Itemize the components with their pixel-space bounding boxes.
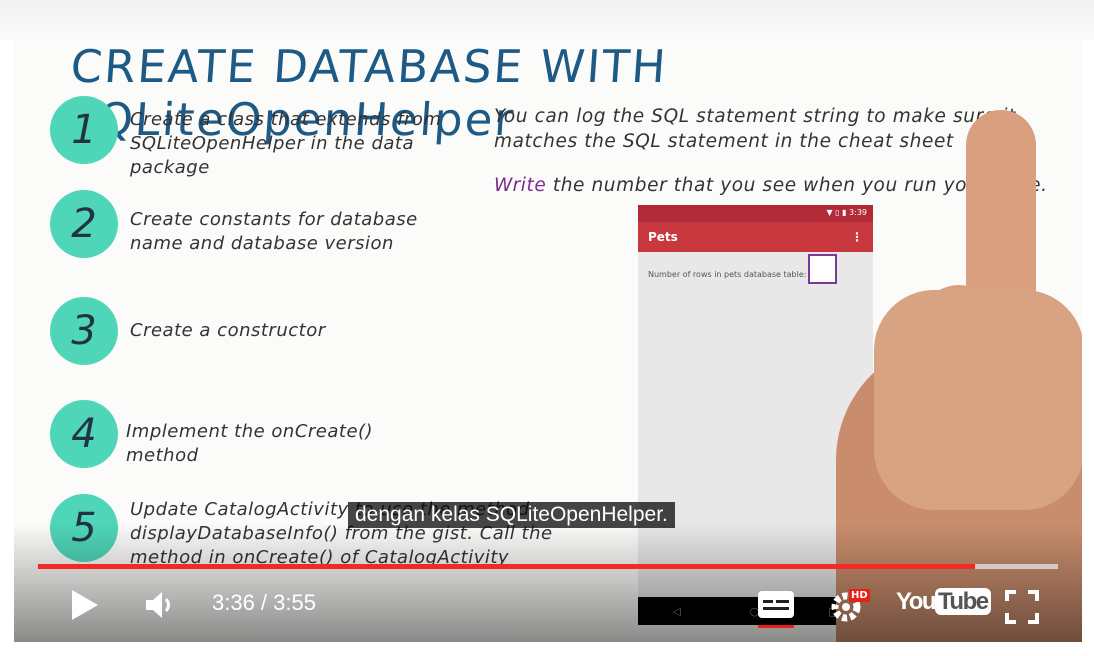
- hd-badge: HD: [849, 589, 870, 602]
- step-1-text: Create a class that extends from SQLiteO…: [130, 109, 442, 178]
- page-top-bar: [0, 0, 1094, 40]
- youtube-logo[interactable]: You Tube: [896, 588, 991, 616]
- step-2-badge: 2: [50, 190, 118, 258]
- time-display: 3:36 / 3:55: [212, 590, 316, 615]
- status-time: 3:39: [849, 208, 867, 217]
- subtitle-caption: dengan kelas SQLiteOpenHelper.: [348, 502, 675, 528]
- status-bar: ▼ ▯ ▮ 3:39: [638, 205, 873, 222]
- step-4-text: Implement the onCreate() method: [126, 421, 374, 466]
- play-icon[interactable]: [70, 588, 100, 622]
- rows-label: Number of rows in pets database table:: [648, 269, 807, 279]
- phone-content: Number of rows in pets database table:: [638, 252, 873, 296]
- step-2-text: Create constants for database name and d…: [130, 209, 418, 254]
- app-bar: Pets ⋮: [638, 222, 873, 252]
- volume-icon[interactable]: [144, 590, 176, 620]
- progress-bar[interactable]: [38, 564, 1058, 569]
- app-title: Pets: [648, 230, 678, 244]
- step-3-badge: 3: [50, 297, 118, 365]
- video-player[interactable]: CREATE DATABASE WITH SQLiteOpenHelper 1 …: [14, 40, 1082, 642]
- write-word: Write: [494, 175, 547, 196]
- fullscreen-icon[interactable]: [1005, 590, 1039, 624]
- step-4-badge: 4: [50, 400, 118, 468]
- step-1-badge: 1: [50, 96, 118, 164]
- overflow-menu-icon: ⋮: [851, 230, 863, 244]
- subtitles-icon[interactable]: [757, 590, 795, 622]
- logo-tube: Tube: [935, 588, 991, 615]
- answer-box: [808, 254, 838, 284]
- progress-played: [38, 564, 976, 569]
- subtitles-active-indicator: [758, 625, 794, 628]
- logo-you: You: [896, 588, 937, 615]
- step-3-text: Create a constructor: [130, 320, 326, 341]
- controls-gradient: [14, 522, 1082, 642]
